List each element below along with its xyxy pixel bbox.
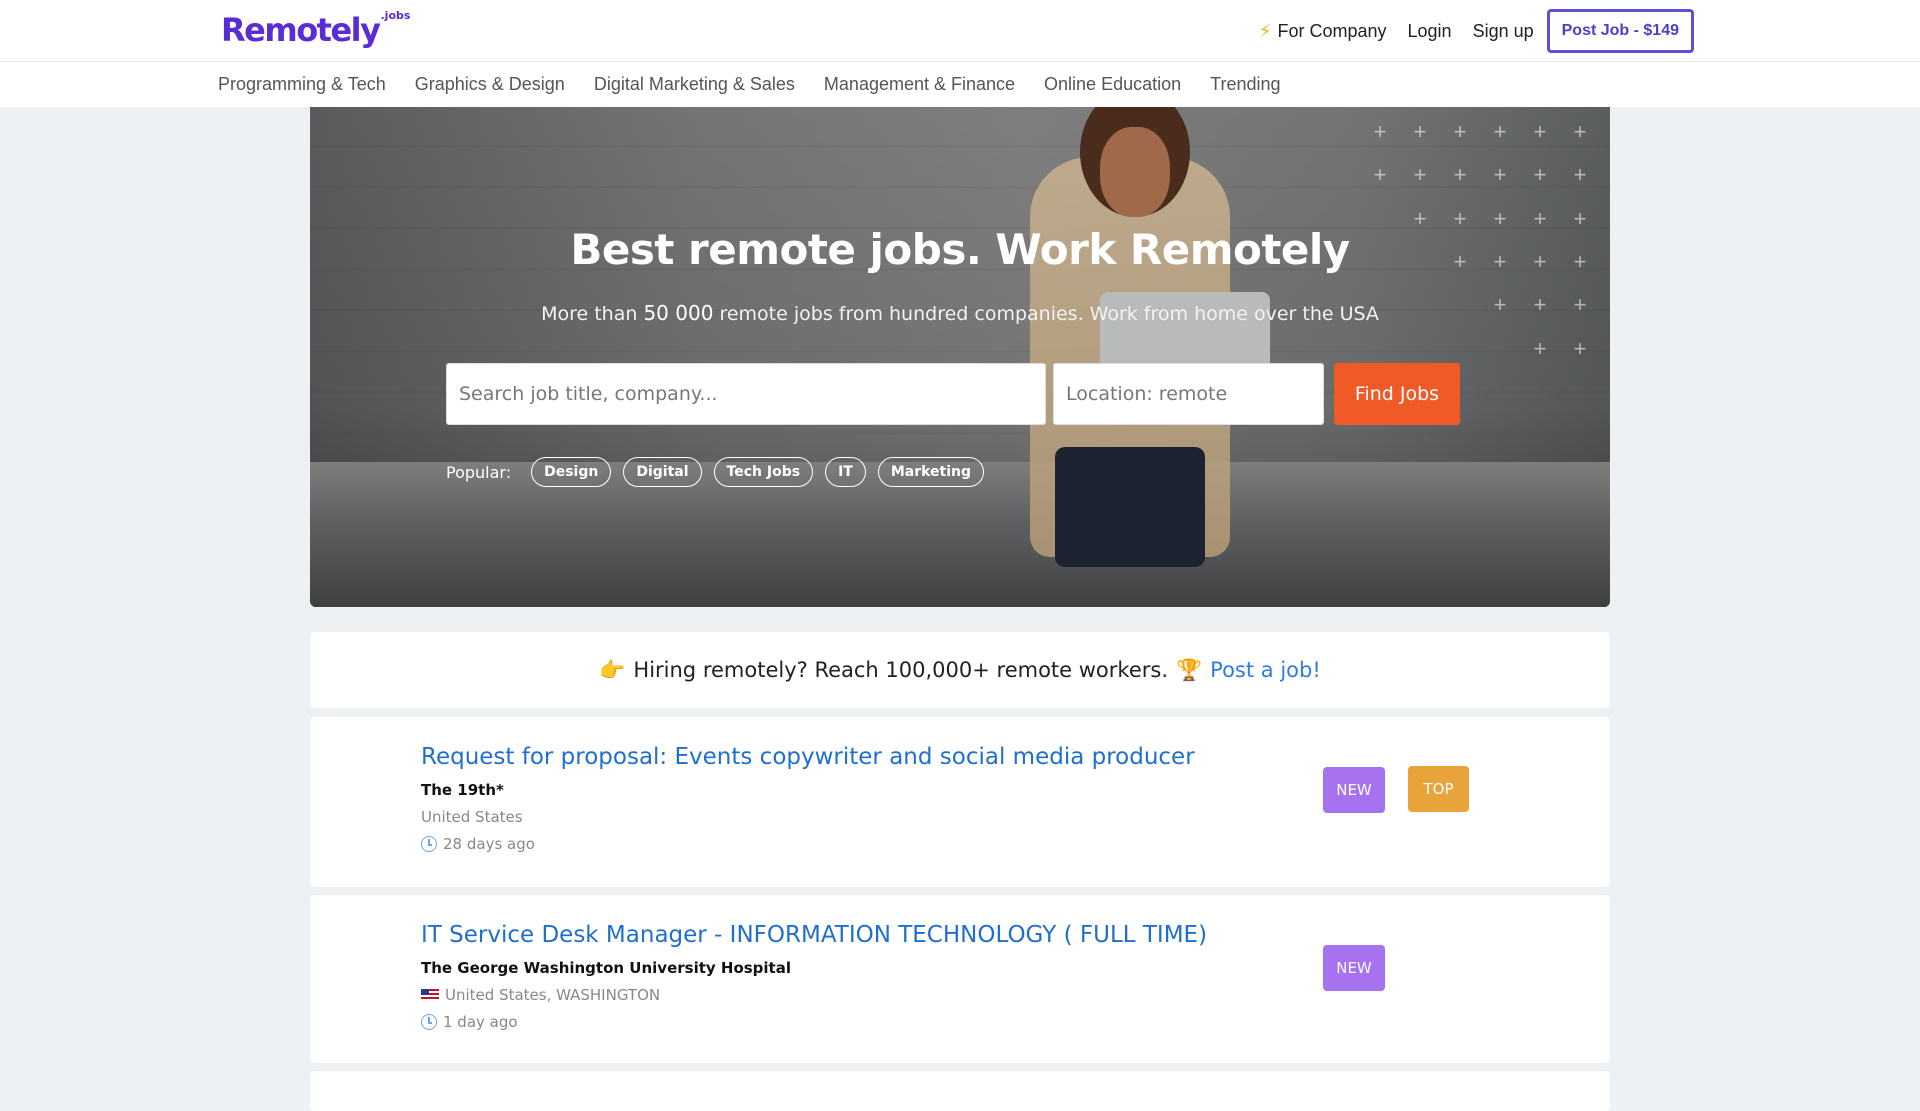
top-badge: TOP [1408, 766, 1469, 812]
hero-subtitle-pre: More than [541, 303, 644, 325]
popular-tag-digital[interactable]: Digital [623, 457, 702, 487]
job-posted-time: 28 days ago [421, 835, 535, 853]
category-digital-marketing-sales[interactable]: Digital Marketing & Sales [594, 74, 795, 95]
popular-tags: Popular: Design Digital Tech Jobs IT Mar… [446, 457, 985, 487]
site-logo[interactable]: Remotely .jobs [221, 8, 410, 52]
job-time-text: 28 days ago [443, 835, 535, 853]
popular-tag-design[interactable]: Design [531, 457, 612, 487]
lightning-bolt-icon: ⚡ [1258, 20, 1272, 41]
hero-subtitle-count: 50 000 [643, 301, 714, 325]
job-time-text: 1 day ago [443, 1013, 518, 1031]
popular-tag-it[interactable]: IT [825, 457, 866, 487]
post-job-button[interactable]: Post Job - $149 [1546, 9, 1694, 53]
pointing-hand-icon: 👉 [599, 657, 626, 682]
job-location-text: United States [421, 808, 523, 826]
logo-superscript: .jobs [380, 9, 411, 22]
promo-text: Hiring remotely? Reach 100,000+ remote w… [633, 658, 1168, 682]
job-company: The 19th* [421, 781, 504, 799]
hero-subtitle-post: remote jobs from hundred companies. Work… [713, 303, 1379, 325]
post-a-job-link[interactable]: Post a job! [1210, 658, 1321, 682]
hero-banner: + + + + + + + + + + + + + + + + + + + + + + + + + + Best rem… [310, 107, 1610, 607]
job-company: The George Washington University Hospita… [421, 959, 791, 977]
category-management-finance[interactable]: Management & Finance [824, 74, 1015, 95]
category-trending[interactable]: Trending [1210, 74, 1280, 95]
job-location: United States, WASHINGTON [421, 986, 660, 1004]
trophy-icon: 🏆 [1176, 657, 1203, 682]
category-graphics-design[interactable]: Graphics & Design [415, 74, 565, 95]
category-nav: Programming & Tech Graphics & Design Dig… [0, 62, 1920, 107]
clock-icon [421, 1014, 437, 1030]
job-location: United States [421, 808, 523, 826]
top-header: Remotely .jobs ⚡ For Company Login Sign … [0, 0, 1920, 62]
hiring-promo-banner: 👉 Hiring remotely? Reach 100,000+ remote… [310, 632, 1610, 708]
login-link[interactable]: Login [1408, 21, 1452, 42]
hero-title: Best remote jobs. Work Remotely [570, 225, 1350, 274]
category-programming-tech[interactable]: Programming & Tech [218, 74, 386, 95]
location-input[interactable] [1053, 363, 1324, 425]
hero-subtitle: More than 50 000 remote jobs from hundre… [310, 301, 1610, 325]
job-listing-card[interactable]: IT Service Desk Manager - INFORMATION TE… [310, 895, 1610, 1063]
signup-link[interactable]: Sign up [1473, 21, 1534, 42]
find-jobs-button[interactable]: Find Jobs [1334, 363, 1460, 425]
new-badge: NEW [1323, 767, 1385, 813]
for-company-label: For Company [1277, 20, 1387, 41]
us-flag-icon [421, 989, 439, 1001]
job-location-text: United States, WASHINGTON [445, 986, 661, 1004]
job-title[interactable]: Request for proposal: Events copywriter … [421, 744, 1195, 770]
category-online-education[interactable]: Online Education [1044, 74, 1181, 95]
new-badge: NEW [1323, 945, 1385, 991]
job-listing-card[interactable]: Request for proposal: Events copywriter … [310, 717, 1610, 887]
popular-tag-marketing[interactable]: Marketing [877, 457, 985, 487]
logo-text: Remotely [221, 11, 381, 49]
for-company-link[interactable]: ⚡ For Company [1259, 21, 1387, 42]
search-input[interactable] [446, 363, 1046, 425]
job-posted-time: 1 day ago [421, 1013, 518, 1031]
popular-tag-tech-jobs[interactable]: Tech Jobs [713, 457, 814, 487]
header-nav: ⚡ For Company Login Sign up Post Job - $… [1259, 9, 1694, 53]
job-title[interactable]: IT Service Desk Manager - INFORMATION TE… [421, 922, 1207, 948]
job-listing-card[interactable] [310, 1071, 1610, 1111]
popular-label: Popular: [446, 462, 512, 482]
clock-icon [421, 836, 437, 852]
